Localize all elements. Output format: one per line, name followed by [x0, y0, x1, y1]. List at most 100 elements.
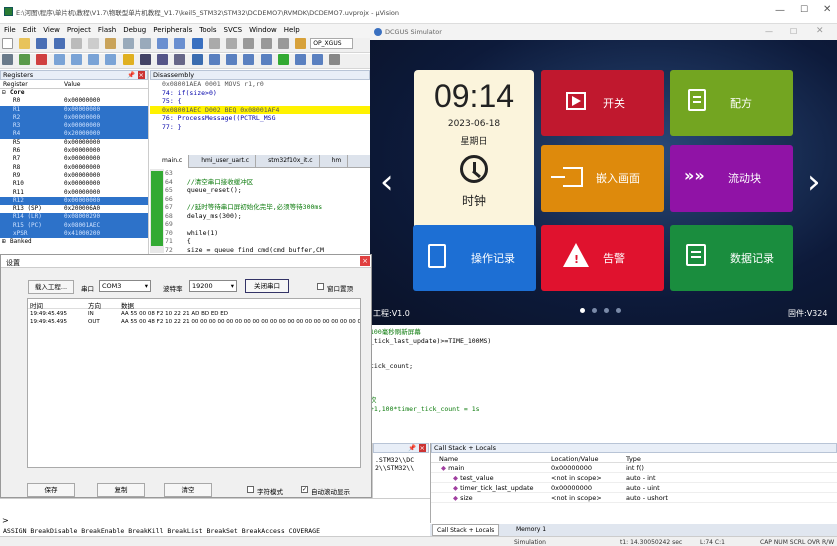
target-options-icon[interactable]	[294, 38, 306, 49]
symbols-window-icon[interactable]	[174, 54, 186, 65]
open-icon[interactable]	[19, 38, 31, 49]
core-group[interactable]: ⊟ Core	[0, 89, 148, 97]
register-row[interactable]: R4 0x20000000	[0, 130, 148, 139]
code-line[interactable]: 72 size = queue_find_cmd(cmd_buffer,CM	[165, 246, 324, 254]
bookmark-next-icon[interactable]	[226, 38, 238, 49]
menu-svcs[interactable]: SVCS	[220, 24, 246, 34]
copy-icon[interactable]	[88, 38, 100, 49]
memory-window-icon[interactable]	[243, 54, 255, 65]
close-port-button[interactable]: 关闭串口	[245, 279, 289, 293]
code-line[interactable]	[370, 345, 491, 354]
load-project-button[interactable]: 载入工程...	[28, 280, 74, 294]
tile-recipe[interactable]: 配方	[670, 70, 793, 136]
disassembly-line[interactable]: 75: {	[150, 97, 370, 106]
copy-button[interactable]: 复制	[97, 483, 145, 497]
register-row[interactable]: xPSR 0x41000200	[0, 230, 148, 239]
code-line[interactable]: _tick_last_update)>=TIME_100MS)	[370, 337, 491, 346]
editor-tab[interactable]: main.c	[150, 155, 190, 168]
outdent-icon[interactable]	[260, 38, 272, 49]
register-row[interactable]: R6 0x00000000	[0, 147, 148, 155]
register-row[interactable]: R11 0x00000000	[0, 189, 148, 197]
menu-view[interactable]: View	[39, 24, 63, 34]
trace-window-icon[interactable]	[294, 54, 306, 65]
run-icon[interactable]	[19, 54, 31, 65]
code-line[interactable]: 66	[165, 195, 324, 204]
code-line[interactable]: 68 delay_ms(300);	[165, 212, 324, 221]
save-all-icon[interactable]	[53, 38, 65, 49]
tab-callstack[interactable]: Call Stack + Locals	[432, 524, 500, 536]
comment-icon[interactable]	[277, 38, 289, 49]
code-line[interactable]: 65 queue_reset();	[165, 186, 324, 195]
code-line[interactable]: 64 //清空串口接收缓冲区	[165, 178, 324, 187]
register-row[interactable]: R3 0x00000000	[0, 122, 148, 131]
run-to-cursor-icon[interactable]	[105, 54, 117, 65]
tile-data-log[interactable]: 数据记录	[670, 225, 793, 291]
serial-window-icon[interactable]	[260, 54, 272, 65]
editor-tab[interactable]: hmi_user_uart.c	[189, 155, 257, 168]
log-row[interactable]: 19:49:45.495 IN AA 55 00 08 F2 10 22 21 AD…	[28, 311, 360, 319]
target-select[interactable]: OP_XGUS	[310, 38, 353, 49]
sim-minimize[interactable]: —	[765, 27, 773, 36]
baud-select[interactable]: 19200 ▾	[189, 280, 237, 292]
cut-icon[interactable]	[70, 38, 82, 49]
register-row[interactable]: R8 0x00000000	[0, 164, 148, 172]
menu-tools[interactable]: Tools	[195, 24, 219, 34]
callstack-row[interactable]: ◆ test_value <not in scope> auto - int	[431, 473, 837, 483]
code-line[interactable]: 71 {	[165, 237, 324, 246]
code-line[interactable]	[370, 388, 491, 397]
code-line[interactable]: 次	[370, 396, 491, 405]
menu-project[interactable]: Project	[63, 24, 94, 34]
system-viewer-icon[interactable]	[312, 54, 324, 65]
toolbox-icon[interactable]	[329, 54, 341, 65]
register-row[interactable]: R7 0x00000000	[0, 155, 148, 163]
disassembly-line[interactable]: 74: if(size>0)	[150, 89, 370, 98]
auto-scroll-checkbox[interactable]: ✓	[301, 486, 308, 493]
code-line[interactable]: 63	[165, 169, 324, 178]
menu-edit[interactable]: Edit	[19, 24, 40, 34]
register-row[interactable]: R10 0x00000000	[0, 180, 148, 188]
code-line[interactable]: 69	[165, 220, 324, 229]
register-row[interactable]: R13 (SP) 0x200006A0	[0, 205, 148, 213]
register-row[interactable]: R12 0x00000000	[0, 196, 148, 206]
tile-operation-log[interactable]: 操作记录	[413, 225, 536, 291]
code-line[interactable]: tick_count;	[370, 362, 491, 371]
clock-tile[interactable]: 09:14 2023-06-18 星期日 时钟	[414, 70, 534, 250]
minimize-button[interactable]: —	[775, 5, 785, 16]
indent-icon[interactable]	[243, 38, 255, 49]
code-line[interactable]	[370, 379, 491, 388]
tile-switch[interactable]: 开关	[541, 70, 664, 136]
menu-flash[interactable]: Flash	[94, 24, 119, 34]
stop-icon[interactable]	[36, 54, 48, 65]
bookmark-icon[interactable]	[191, 38, 203, 49]
settings-close[interactable]: ×	[360, 256, 370, 266]
next-page-arrow[interactable]: ›	[807, 162, 821, 202]
pin-window-checkbox[interactable]	[317, 283, 324, 290]
save-icon[interactable]	[36, 38, 48, 49]
code-line[interactable]: 70 while(1)	[165, 229, 324, 238]
port-select[interactable]: COM3 ▾	[99, 280, 151, 292]
disassembly-line[interactable]: 0x08001AEC D002 BEQ 0x08001AF4	[150, 105, 370, 114]
callstack-row[interactable]: ◆ timer_tick_last_update 0x00000000 auto -…	[431, 483, 837, 493]
register-row[interactable]: R15 (PC) 0x08001AEC	[0, 221, 148, 231]
save-button[interactable]: 保存	[27, 483, 75, 497]
undo-icon[interactable]	[122, 38, 134, 49]
char-mode-checkbox[interactable]	[247, 486, 254, 493]
disassembly-line[interactable]: 0x08001AEA 0001 MOVS r1,r0	[150, 80, 370, 89]
watch-window-icon[interactable]	[226, 54, 238, 65]
redo-icon[interactable]	[139, 38, 151, 49]
code-line[interactable]: 67 //延时等待串口屏初始化完毕,必须等待300ms	[165, 203, 324, 212]
close-button[interactable]: ✕	[823, 4, 831, 15]
registers-window-icon[interactable]	[191, 54, 203, 65]
sim-maximize[interactable]: ☐	[790, 27, 797, 36]
tile-flow-block[interactable]: »» 流动块	[670, 145, 793, 212]
banked-group[interactable]: ⊞ Banked	[0, 238, 148, 246]
nav-back-icon[interactable]	[157, 38, 169, 49]
register-row[interactable]: R14 (LR) 0x08000290	[0, 213, 148, 222]
nav-forward-icon[interactable]	[174, 38, 186, 49]
code-line[interactable]: 100毫秒刷新屏幕	[370, 328, 491, 337]
command-prompt[interactable]: >	[2, 516, 9, 525]
register-row[interactable]: R5 0x00000000	[0, 139, 148, 147]
menu-file[interactable]: File	[0, 24, 19, 34]
command-window-icon[interactable]	[139, 54, 151, 65]
editor-tab[interactable]: hm	[320, 155, 349, 168]
